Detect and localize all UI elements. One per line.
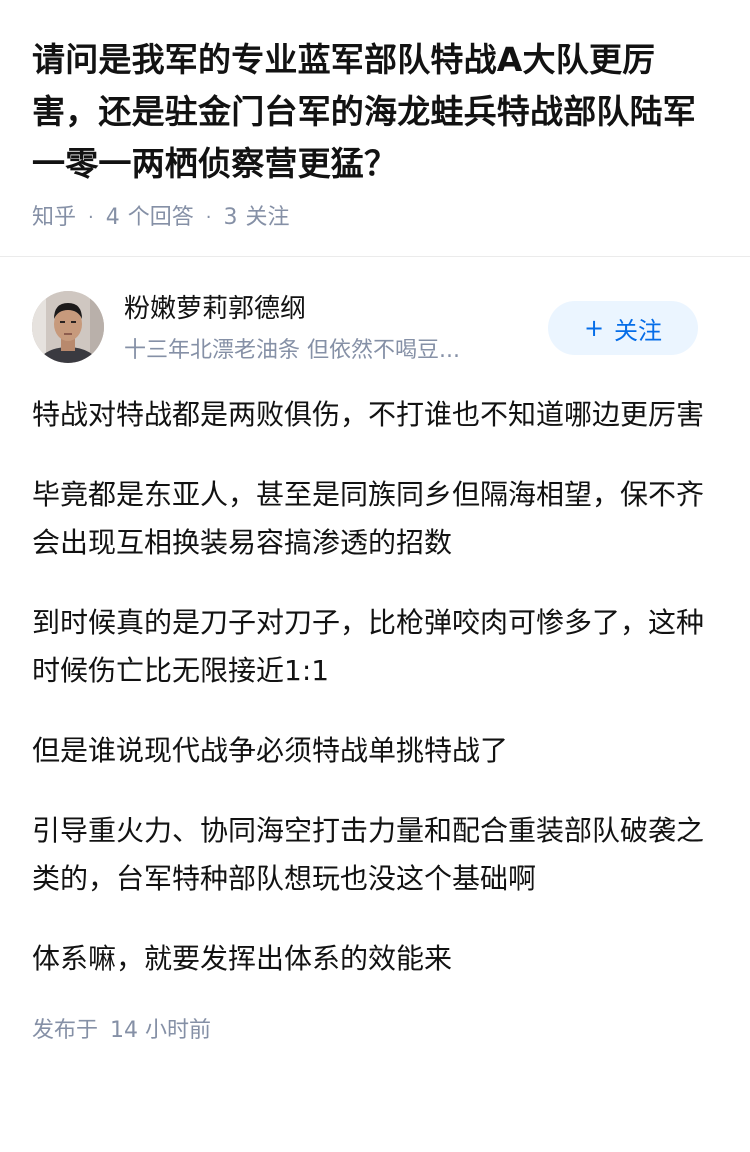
avatar-image xyxy=(32,291,104,363)
publish-time: 发布于 14 小时前 xyxy=(0,1015,750,1047)
answer-paragraph: 毕竟都是东亚人，甚至是同族同乡但隔海相望，保不齐会出现互相换装易容搞渗透的招数 xyxy=(32,478,705,559)
avatar[interactable] xyxy=(32,291,104,363)
question-header: 请问是我军的专业蓝军部队特战A大队更厉害，还是驻金门台军的海龙蛙兵特战部队陆军一… xyxy=(0,0,750,234)
follow-button[interactable]: + 关注 xyxy=(548,301,698,355)
question-title[interactable]: 请问是我军的专业蓝军部队特战A大队更厉害，还是驻金门台军的海龙蛙兵特战部队陆军一… xyxy=(32,34,718,190)
answer-paragraph: 但是谁说现代战争必须特战单挑特战了 xyxy=(32,734,509,767)
answer-paragraph: 引导重火力、协同海空打击力量和配合重装部队破袭之类的，台军特种部队想玩也没这个基… xyxy=(32,814,705,895)
follow-count-label: 关注 xyxy=(245,205,290,230)
answer-count: 4 xyxy=(105,205,120,230)
plus-icon: + xyxy=(583,314,605,342)
author-card: 粉嫩萝莉郭德纲 十三年北漂老油条 但依然不喝豆... + 关注 xyxy=(0,291,750,399)
question-meta: 知乎 · 4 个回答 · 3 关注 xyxy=(32,202,718,234)
answer-count-label: 个回答 xyxy=(127,205,194,230)
answer-paragraph: 体系嘛，就要发挥出体系的效能来 xyxy=(32,942,453,975)
follow-button-label: 关注 xyxy=(614,316,663,345)
answer-content: 特战对特战都是两败俱伤，不打谁也不知道哪边更厉害 毕竟都是东亚人，甚至是同族同乡… xyxy=(0,391,750,983)
author-name[interactable]: 粉嫩萝莉郭德纲 xyxy=(124,291,306,327)
meta-separator: · xyxy=(205,207,212,228)
answer-paragraph: 到时候真的是刀子对刀子，比枪弹咬肉可惨多了，这种时候伤亡比无限接近1:1 xyxy=(32,606,705,687)
divider xyxy=(0,256,750,257)
meta-separator: · xyxy=(88,207,94,228)
author-bio: 十三年北漂老油条 但依然不喝豆... xyxy=(124,338,460,363)
source-label: 知乎 xyxy=(32,205,77,230)
publish-label: 发布于 xyxy=(32,1018,99,1043)
publish-time-value: 14 小时前 xyxy=(110,1018,212,1043)
follow-count: 3 xyxy=(223,205,238,230)
